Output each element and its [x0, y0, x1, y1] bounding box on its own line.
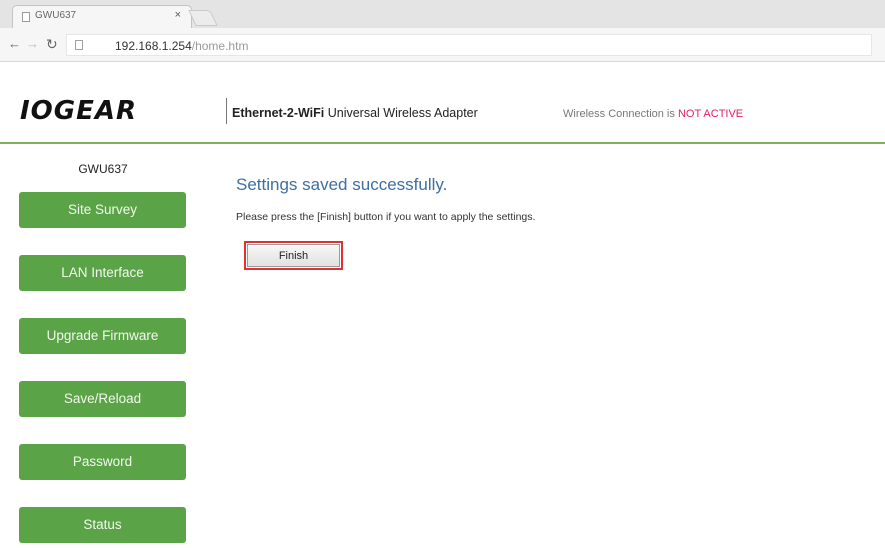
- sidebar-item-lan-interface[interactable]: LAN Interface: [19, 255, 186, 291]
- connection-status: Wireless Connection is NOT ACTIVE: [563, 108, 743, 120]
- instruction-text: Please press the [Finish] button if you …: [236, 211, 536, 223]
- header-divider: [226, 98, 227, 124]
- back-arrow-icon[interactable]: ←: [8, 37, 21, 51]
- sidebar-item-password[interactable]: Password: [19, 444, 186, 480]
- address-bar[interactable]: 192.168.1.254/home.htm: [66, 34, 872, 56]
- finish-button[interactable]: Finish: [247, 244, 340, 267]
- product-name: Ethernet-2-WiFi Universal Wireless Adapt…: [232, 106, 478, 120]
- browser-tab[interactable]: GWU637 ×: [12, 5, 192, 28]
- reload-icon[interactable]: ↻: [46, 37, 58, 51]
- sidebar-item-save-reload[interactable]: Save/Reload: [19, 381, 186, 417]
- url-text: 192.168.1.254/home.htm: [115, 39, 248, 53]
- iogear-logo: IOGEAR: [20, 96, 138, 126]
- device-name: GWU637: [78, 162, 128, 176]
- page-title: Settings saved successfully.: [236, 175, 448, 194]
- tab-title: GWU637: [35, 10, 77, 21]
- page-favicon-icon: [22, 12, 30, 22]
- sidebar-item-site-survey[interactable]: Site Survey: [19, 192, 186, 228]
- header-rule: [0, 142, 885, 144]
- sidebar-item-status[interactable]: Status: [19, 507, 186, 543]
- url-host: 192.168.1.254: [115, 39, 192, 53]
- sidebar-item-upgrade-firmware[interactable]: Upgrade Firmware: [19, 318, 186, 354]
- new-tab-button[interactable]: [188, 10, 218, 26]
- product-name-rest: Universal Wireless Adapter: [324, 106, 478, 120]
- connection-status-prefix: Wireless Connection is: [563, 108, 678, 120]
- connection-status-value: NOT ACTIVE: [677, 108, 744, 120]
- forward-arrow-icon[interactable]: →: [26, 37, 39, 51]
- tab-close-icon[interactable]: ×: [175, 9, 181, 21]
- product-name-bold: Ethernet-2-WiFi: [232, 106, 325, 120]
- browser-tab-bar: GWU637 ×: [0, 0, 885, 28]
- page-icon: [75, 40, 83, 50]
- url-path: /home.htm: [191, 39, 249, 53]
- browser-toolbar: ← → ↻ 192.168.1.254/home.htm: [0, 28, 885, 62]
